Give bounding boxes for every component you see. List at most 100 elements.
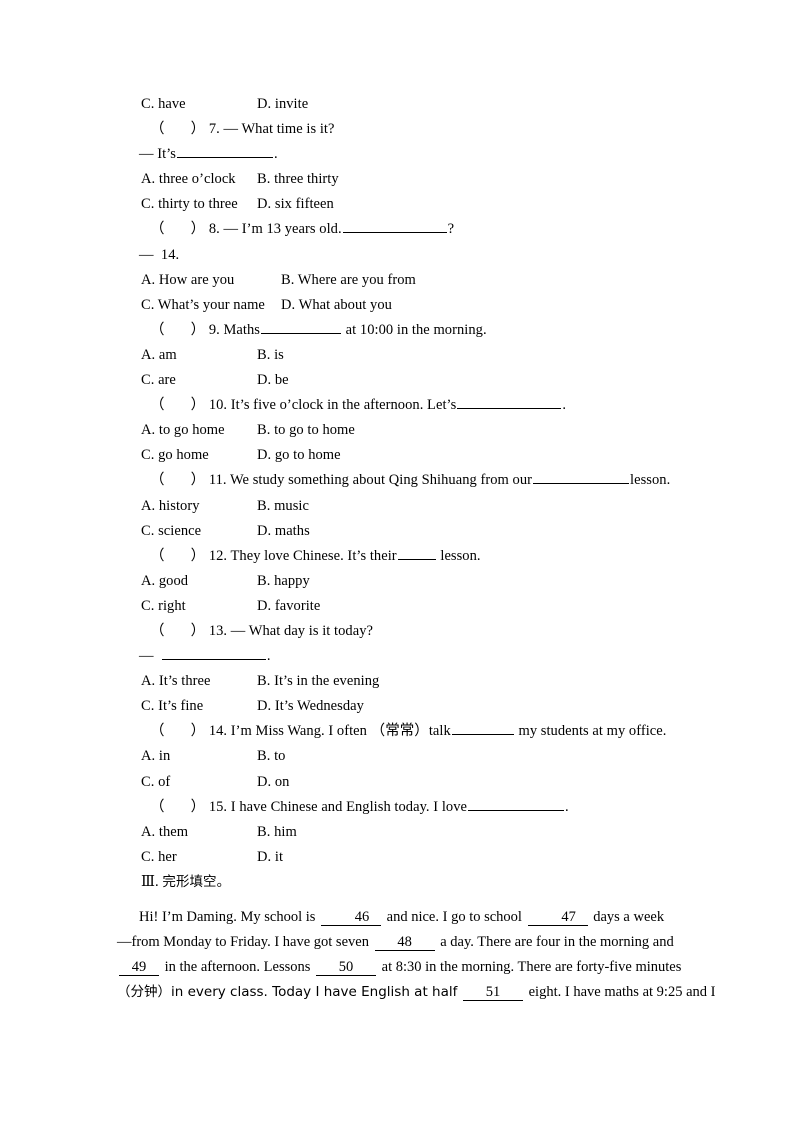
- answer-bracket-close: ）: [190, 798, 206, 815]
- cloze-text: days a week: [593, 909, 665, 925]
- option-a: A. them: [141, 823, 189, 840]
- dialogue-dash: —: [139, 146, 154, 163]
- question-text-pre: I’m Miss Wang. I often （常常）talk: [230, 723, 451, 740]
- option-row: A. good B. happy: [117, 569, 683, 594]
- question-stem-q11: （ ） 11. We study something about Qing Shi…: [117, 468, 683, 493]
- option-row: A. It’s three B. It’s in the evening: [117, 669, 683, 694]
- option-a: A. in: [141, 748, 171, 765]
- answer-bracket-close: ）: [190, 622, 206, 639]
- option-row: C. have D. invite: [117, 92, 683, 117]
- option-c: C. right: [141, 597, 186, 614]
- option-row: C. science D. maths: [117, 519, 683, 544]
- fill-blank[interactable]: [342, 218, 447, 234]
- option-row: C. are D. be: [117, 368, 683, 393]
- answer-bracket-open[interactable]: （: [150, 318, 165, 343]
- option-c: C. thirty to three: [141, 196, 238, 213]
- option-d: D. it: [257, 848, 284, 865]
- question-text-pre: Maths: [223, 321, 260, 338]
- continuation-post: .: [273, 146, 278, 163]
- option-c: C. of: [141, 773, 171, 790]
- fill-blank[interactable]: [533, 469, 630, 485]
- answer-bracket-close: ）: [190, 472, 206, 489]
- section-numeral: Ⅲ.: [141, 873, 159, 890]
- cloze-blank-50[interactable]: 50: [316, 960, 377, 976]
- fill-blank[interactable]: [161, 644, 266, 661]
- option-c: C. It’s fine: [141, 698, 204, 715]
- question-number: 9.: [208, 321, 220, 338]
- option-row: C. It’s fine D. It’s Wednesday: [117, 694, 683, 719]
- option-row: A. to go home B. to go to home: [117, 418, 683, 443]
- question-number: 8.: [208, 221, 220, 238]
- question-number: 14.: [208, 723, 228, 740]
- question-number: 11.: [208, 472, 227, 489]
- answer-bracket-open[interactable]: （: [150, 544, 165, 569]
- cloze-line-3: 49 in the afternoon. Lessons 50 at 8:30 …: [117, 955, 683, 980]
- answer-bracket-open[interactable]: （: [150, 468, 165, 493]
- answer-bracket-close: ）: [190, 547, 206, 564]
- option-d: D. maths: [257, 522, 310, 539]
- question-number: 7.: [208, 121, 220, 138]
- fill-blank[interactable]: [451, 720, 514, 736]
- option-d: D. six fifteen: [257, 196, 334, 213]
- cloze-text: and nice. I go to school: [386, 909, 522, 925]
- option-b: B. three thirty: [257, 171, 339, 188]
- option-d: D. favorite: [257, 597, 321, 614]
- option-b: B. to go to home: [257, 422, 355, 439]
- question-text-pre: It’s five o’clock in the afternoon. Let’…: [230, 397, 457, 414]
- cloze-blank-47[interactable]: 47: [527, 910, 588, 926]
- cloze-blank-49[interactable]: 49: [119, 960, 159, 976]
- option-a: A. How are you: [141, 271, 235, 288]
- answer-bracket-open[interactable]: （: [150, 393, 165, 418]
- fill-blank[interactable]: [260, 318, 341, 334]
- option-a: A. history: [141, 497, 200, 514]
- fill-blank[interactable]: [468, 795, 565, 811]
- question-stem-q10: （ ） 10. It’s five o’clock in the afternoo…: [117, 393, 683, 418]
- question-text-pre: I have Chinese and English today. I love: [230, 798, 468, 815]
- answer-bracket-open[interactable]: （: [150, 619, 165, 644]
- option-b: B. It’s in the evening: [257, 673, 380, 690]
- fill-blank[interactable]: [397, 544, 436, 560]
- option-row: A. three o’clock B. three thirty: [117, 167, 683, 192]
- cloze-blank-51[interactable]: 51: [463, 985, 523, 1002]
- question-text-pre: They love Chinese. It’s their: [230, 547, 397, 564]
- section-title: 完形填空。: [162, 873, 231, 890]
- cloze-text: Hi! I’m Daming. My school is: [139, 909, 316, 925]
- option-row: A. in B. to: [117, 744, 683, 769]
- option-a: A. It’s three: [141, 673, 211, 690]
- question-stem-q9: （ ） 9. Maths at 10:00 in the morning.: [117, 318, 683, 343]
- question-stem-q15: （ ） 15. I have Chinese and English today.…: [117, 795, 683, 820]
- answer-bracket-open[interactable]: （: [150, 117, 165, 142]
- continuation-text: 14.: [160, 246, 180, 263]
- question-stem-q13: （ ） 13. — What day is it today?: [117, 619, 683, 644]
- cloze-line-1: Hi! I’m Daming. My school is 46 and nice…: [117, 905, 683, 930]
- option-b: B. him: [257, 823, 297, 840]
- answer-bracket-close: ）: [190, 121, 206, 138]
- cloze-blank-48[interactable]: 48: [374, 935, 435, 951]
- answer-bracket-close: ）: [190, 221, 206, 238]
- answer-bracket-open[interactable]: （: [150, 795, 165, 820]
- question-continuation-q8: — 14.: [117, 243, 683, 268]
- cloze-text: in the afternoon. Lessons: [164, 959, 311, 976]
- page-canvas: C. have D. invite （ ） 7. — What time is i…: [0, 0, 794, 1123]
- question-continuation-q7: — It’s.: [117, 142, 683, 167]
- option-b: B. to: [257, 748, 286, 765]
- fill-blank[interactable]: [457, 393, 562, 410]
- cloze-text-zh: （分钟）in every class. Today I have English…: [117, 984, 458, 1001]
- option-row: C. go home D. go to home: [117, 443, 683, 468]
- dialogue-dash: —: [139, 648, 154, 665]
- option-b: B. Where are you from: [281, 271, 416, 288]
- dialogue-dash: —: [139, 246, 154, 263]
- question-stem-q12: （ ） 12. They love Chinese. It’s their les…: [117, 544, 683, 569]
- option-d: D. on: [257, 773, 290, 790]
- answer-bracket-open[interactable]: （: [150, 217, 165, 242]
- option-d: D. What about you: [281, 296, 392, 313]
- option-d: D. be: [257, 372, 289, 389]
- question-text-post: lesson.: [630, 472, 671, 489]
- cloze-passage: Hi! I’m Daming. My school is 46 and nice…: [117, 905, 715, 1005]
- answer-bracket-open[interactable]: （: [150, 719, 165, 744]
- question-stem-q14: （ ） 14. I’m Miss Wang. I often （常常）talk m…: [117, 719, 683, 744]
- option-b: B. happy: [257, 572, 310, 589]
- cloze-blank-46[interactable]: 46: [321, 910, 382, 926]
- fill-blank[interactable]: [176, 142, 273, 159]
- option-b: B. music: [257, 497, 309, 514]
